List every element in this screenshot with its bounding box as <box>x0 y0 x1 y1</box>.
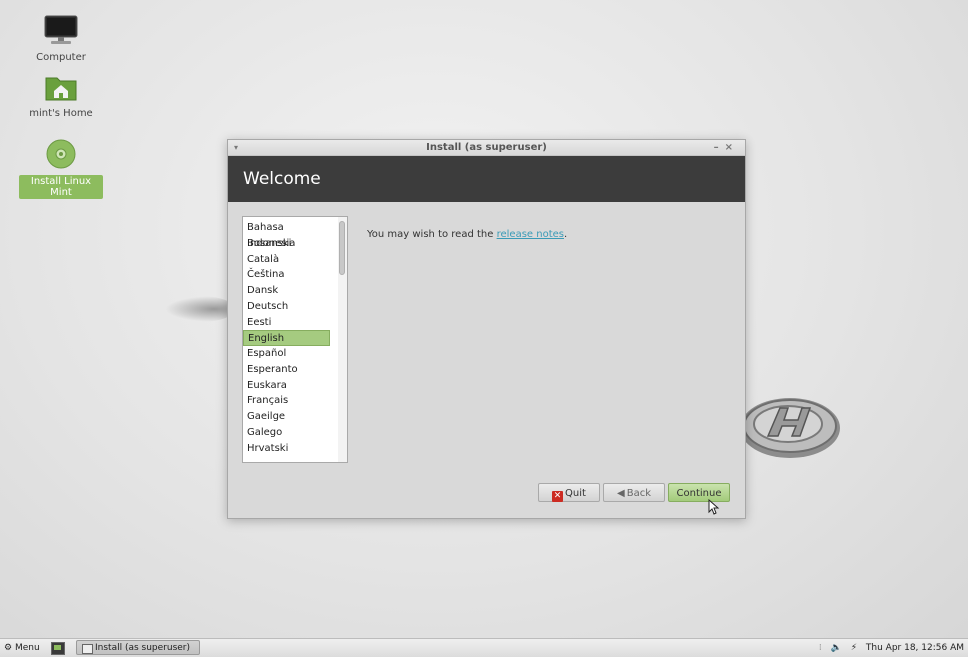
language-item[interactable]: Čeština <box>243 267 334 283</box>
language-item[interactable]: Dansk <box>243 283 334 299</box>
gear-icon: ⚙ <box>4 643 13 653</box>
language-item[interactable]: Hrvatski <box>243 441 334 457</box>
scrollbar-thumb[interactable] <box>339 221 345 275</box>
language-item[interactable]: Gaeilge <box>243 409 334 425</box>
quit-icon: ✕ <box>552 491 564 502</box>
taskbar-window-label: Install (as superuser) <box>95 643 191 653</box>
window-menu-icon[interactable]: ▾ <box>234 140 238 155</box>
language-item[interactable]: Català <box>243 252 334 268</box>
window-title: Install (as superuser) <box>426 142 547 153</box>
release-notes-link[interactable]: release notes <box>497 229 564 240</box>
back-button[interactable]: ◀ Back <box>603 483 665 502</box>
desktop-icon-label: Computer <box>36 52 86 63</box>
language-item[interactable]: Bahasa Indonesia <box>243 220 334 249</box>
menu-button[interactable]: ⚙ Menu <box>4 639 40 657</box>
back-arrow-icon: ◀ <box>617 488 625 499</box>
language-item[interactable]: Français <box>243 393 334 409</box>
language-item[interactable]: Español <box>243 346 334 362</box>
language-item[interactable]: Galego <box>243 425 334 441</box>
network-icon[interactable]: ⚡ <box>851 643 857 653</box>
language-item-selected[interactable]: English <box>243 330 330 346</box>
language-item[interactable]: Deutsch <box>243 299 334 315</box>
message-text: You may wish to read the <box>367 229 494 240</box>
desktop-icon-home[interactable]: mint's Home <box>19 74 103 120</box>
wallpaper-shadow <box>165 296 235 322</box>
desktop-icon-label: Install Linux Mint <box>19 175 103 199</box>
window-icon <box>82 644 93 654</box>
language-item[interactable]: Bosanski <box>243 236 334 252</box>
home-folder-icon <box>19 74 103 105</box>
taskbar: ⚙ Menu Install (as superuser) ⁞ 🔈 ⚡ Thu … <box>0 638 968 657</box>
clock[interactable]: Thu Apr 18, 12:56 AM <box>866 643 964 653</box>
quit-button[interactable]: ✕ Quit <box>538 483 600 502</box>
minimize-icon[interactable]: – <box>714 142 725 153</box>
language-scrollbar[interactable] <box>338 217 347 462</box>
volume-icon[interactable]: 🔈 <box>831 643 842 653</box>
monitor-icon <box>19 14 103 49</box>
continue-button[interactable]: Continue <box>668 483 730 502</box>
menu-label: Menu <box>14 643 40 653</box>
language-list[interactable]: Bahasa Indonesia Bosanski Català Čeština… <box>242 216 348 463</box>
desktop-icon-install[interactable]: Install Linux Mint <box>19 138 103 199</box>
message-suffix: . <box>563 229 568 240</box>
page-header: Welcome <box>228 156 745 202</box>
terminal-launcher-icon[interactable] <box>51 642 65 655</box>
window-titlebar[interactable]: ▾ Install (as superuser) –× <box>228 140 745 156</box>
language-item[interactable]: Euskara <box>243 378 334 394</box>
tray-separator-icon: ⁞ <box>818 643 822 653</box>
disc-icon <box>19 138 103 173</box>
page-title: Welcome <box>243 169 321 189</box>
installer-window: ▾ Install (as superuser) –× Welcome Baha… <box>227 139 746 519</box>
quit-label: Quit <box>565 488 586 499</box>
taskbar-window-button[interactable]: Install (as superuser) <box>76 640 200 655</box>
continue-label: Continue <box>676 488 722 499</box>
close-icon[interactable]: × <box>725 142 739 153</box>
system-tray: ⁞ 🔈 ⚡ Thu Apr 18, 12:56 AM <box>813 639 964 657</box>
mouse-cursor-icon <box>708 499 720 515</box>
release-notes-message: You may wish to read the release notes. <box>367 229 567 240</box>
desktop-icon-label: mint's Home <box>29 108 93 119</box>
language-item[interactable]: Eesti <box>243 315 334 331</box>
language-item[interactable]: Esperanto <box>243 362 334 378</box>
desktop-icon-computer[interactable]: Computer <box>19 14 103 64</box>
back-label: Back <box>626 488 651 499</box>
mint-logo-icon <box>740 398 840 458</box>
